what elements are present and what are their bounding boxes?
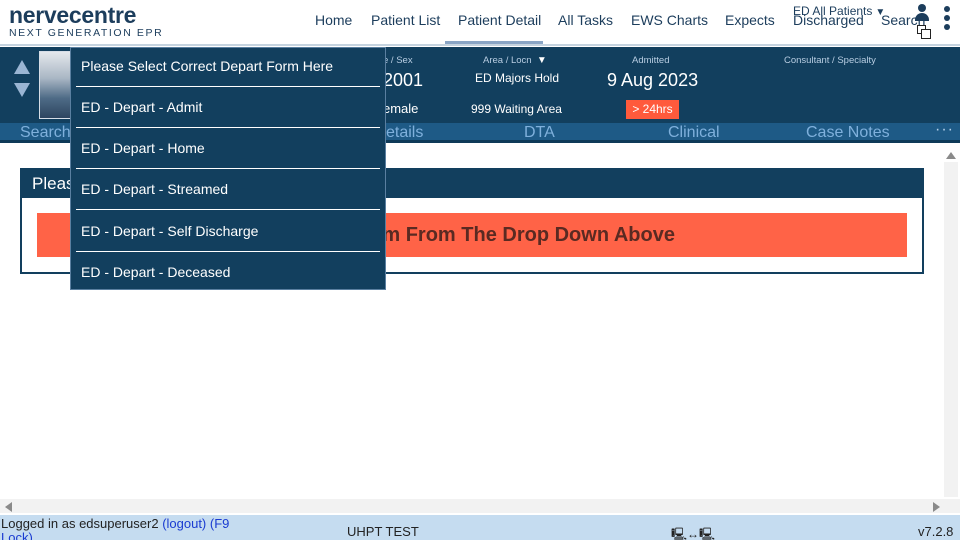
nav-expects[interactable]: Expects <box>725 12 775 28</box>
dob-sex-label: e / Sex <box>383 55 413 66</box>
logged-in-info: Logged in as edsuperuser2 (logout) (F9 L… <box>1 517 251 540</box>
wait-time-badge: > 24hrs <box>626 100 679 119</box>
scroll-left-arrow-icon[interactable] <box>5 502 12 512</box>
dropdown-item-self-discharge[interactable]: ED - Depart - Self Discharge <box>71 211 385 252</box>
dropdown-item-home[interactable]: ED - Depart - Home <box>71 128 385 169</box>
location-value: 999 Waiting Area <box>471 102 562 116</box>
nav-patient-detail[interactable]: Patient Detail <box>458 12 541 28</box>
ward-selector-label: ED All Patients <box>793 4 873 18</box>
depart-form-dropdown: Please Select Correct Depart Form Here E… <box>70 47 386 290</box>
nav-patient-list[interactable]: Patient List <box>371 12 440 28</box>
sex-value: emale <box>383 101 419 116</box>
dropdown-item-deceased[interactable]: ED - Depart - Deceased <box>71 252 385 293</box>
tab-clinical[interactable]: Clinical <box>668 124 720 142</box>
scroll-right-arrow-icon[interactable] <box>933 502 940 512</box>
dropdown-item-admit[interactable]: ED - Depart - Admit <box>71 87 385 128</box>
divider <box>76 209 380 210</box>
network-status-icon: 🖳↔🖳 <box>671 527 716 540</box>
logout-link[interactable]: (logout) <box>162 516 206 531</box>
version-label: v7.2.8 <box>918 524 954 539</box>
next-patient-arrow-icon[interactable] <box>14 83 30 97</box>
logo-wordmark: nervecentre <box>9 2 137 28</box>
lock-link[interactable]: (F9 <box>210 516 230 531</box>
logged-in-text: Logged in as edsuperuser2 <box>1 516 159 531</box>
tab-details[interactable]: etails <box>386 124 423 142</box>
dropdown-item-streamed[interactable]: ED - Depart - Streamed <box>71 169 385 210</box>
area-dropdown-icon: ▼ <box>536 55 547 66</box>
more-tabs-icon[interactable]: ··· <box>935 121 954 139</box>
tab-case-notes[interactable]: Case Notes <box>806 124 890 142</box>
environment-label: UHPT TEST <box>347 524 419 539</box>
consultant-label: Consultant / Specialty <box>784 55 876 66</box>
user-icon[interactable] <box>914 4 930 24</box>
patient-photo <box>39 51 73 119</box>
active-nav-indicator <box>445 41 543 44</box>
dob-value: 2001 <box>383 70 424 90</box>
nav-ews-charts[interactable]: EWS Charts <box>631 12 708 28</box>
horizontal-scrollbar[interactable] <box>0 499 960 513</box>
admitted-label: Admitted <box>632 55 670 66</box>
area-locn-label[interactable]: Area / Locn ▼ <box>483 55 547 66</box>
previous-patient-arrow-icon[interactable] <box>14 60 30 74</box>
tab-search[interactable]: Search <box>20 124 71 142</box>
area-value: ED Majors Hold <box>475 71 560 85</box>
tab-dta[interactable]: DTA <box>524 124 555 142</box>
app-logo[interactable]: nervecentre NEXT GENERATION EPR <box>9 2 163 39</box>
caret-down-icon: ▼ <box>875 7 886 18</box>
vertical-scrollbar[interactable] <box>944 162 958 497</box>
scroll-up-arrow-icon[interactable] <box>946 152 956 159</box>
nav-all-tasks[interactable]: All Tasks <box>558 12 613 28</box>
top-bar: nervecentre NEXT GENERATION EPR Home Pat… <box>0 0 960 46</box>
copy-icon[interactable] <box>917 25 931 39</box>
admitted-value: 9 Aug 2023 <box>607 70 699 90</box>
lock-link-continued[interactable]: Lock) <box>1 530 33 540</box>
more-options-icon[interactable] <box>944 6 952 32</box>
dropdown-placeholder-item[interactable]: Please Select Correct Depart Form Here <box>71 46 385 87</box>
status-bar: Logged in as edsuperuser2 (logout) (F9 L… <box>0 515 960 540</box>
logo-tagline: NEXT GENERATION EPR <box>9 27 164 39</box>
nav-home[interactable]: Home <box>315 12 352 28</box>
ward-selector[interactable]: ED All Patients ▼ <box>793 4 885 18</box>
